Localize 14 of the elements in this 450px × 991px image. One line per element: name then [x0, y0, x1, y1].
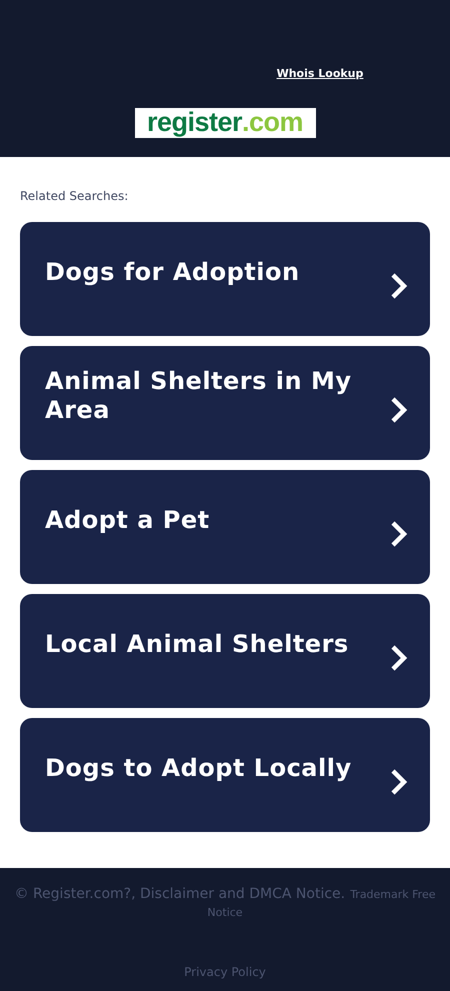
chevron-right-icon [390, 396, 408, 424]
search-link-card[interactable]: Local Animal Shelters [20, 594, 430, 708]
search-link-card[interactable]: Adopt a Pet [20, 470, 430, 584]
search-link-card[interactable]: Animal Shelters in My Area [20, 346, 430, 460]
copyright-notice: © Register.com?, Disclaimer and DMCA Notice. Trademark Free Notice [14, 885, 436, 921]
related-searches-heading: Related Searches: [20, 188, 130, 205]
whois-lookup-link[interactable]: Whois Lookup [276, 66, 364, 82]
chevron-right-icon [390, 768, 408, 796]
search-link-card[interactable]: Dogs for Adoption [20, 222, 430, 336]
chevron-right-icon [390, 520, 408, 548]
search-link-card[interactable]: Dogs to Adopt Locally [20, 718, 430, 832]
chevron-right-icon [390, 272, 408, 300]
chevron-right-icon [390, 644, 408, 672]
register-logo: register.com [134, 108, 316, 138]
